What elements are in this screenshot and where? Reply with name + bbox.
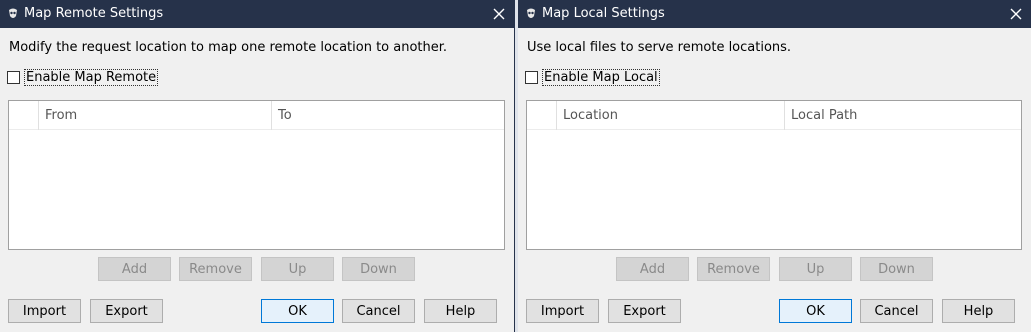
up-button[interactable]: Up — [261, 257, 334, 281]
mappings-table[interactable]: From To — [8, 100, 505, 250]
add-button[interactable]: Add — [98, 257, 171, 281]
map-remote-dialog: Map Remote Settings Modify the request l… — [0, 0, 514, 332]
remove-button[interactable]: Remove — [179, 257, 252, 281]
dialog-title: Map Local Settings — [542, 6, 665, 21]
down-button[interactable]: Down — [342, 257, 415, 281]
add-button[interactable]: Add — [616, 257, 689, 281]
import-button[interactable]: Import — [526, 299, 599, 323]
column-header-location[interactable]: Location — [556, 101, 784, 130]
enable-map-remote-label[interactable]: Enable Map Remote — [24, 68, 159, 86]
enable-map-local-label[interactable]: Enable Map Local — [542, 68, 660, 86]
up-button[interactable]: Up — [779, 257, 852, 281]
title-bar: Map Remote Settings — [0, 0, 514, 28]
close-button[interactable] — [1001, 0, 1031, 28]
dialog-title: Map Remote Settings — [24, 6, 164, 21]
import-button[interactable]: Import — [8, 299, 81, 323]
table-header: Location Local Path — [527, 101, 1021, 130]
close-button[interactable] — [484, 0, 514, 28]
cancel-button[interactable]: Cancel — [860, 299, 933, 323]
title-bar: Map Local Settings — [518, 0, 1031, 28]
ok-button[interactable]: OK — [261, 299, 334, 323]
description-text: Modify the request location to map one r… — [9, 40, 448, 55]
close-icon — [493, 8, 505, 20]
description-text: Use local files to serve remote location… — [527, 40, 792, 55]
mappings-table[interactable]: Location Local Path — [526, 100, 1022, 250]
map-local-dialog: Map Local Settings Use local files to se… — [518, 0, 1031, 332]
column-header-select[interactable] — [527, 101, 556, 130]
cancel-button[interactable]: Cancel — [342, 299, 415, 323]
down-button[interactable]: Down — [860, 257, 933, 281]
export-button[interactable]: Export — [90, 299, 163, 323]
charles-app-icon — [6, 7, 20, 21]
enable-map-local-checkbox[interactable] — [525, 70, 538, 84]
enable-map-remote-checkbox-row[interactable]: Enable Map Remote — [7, 68, 159, 86]
charles-app-icon — [524, 7, 538, 21]
export-button[interactable]: Export — [608, 299, 681, 323]
enable-map-local-checkbox-row[interactable]: Enable Map Local — [525, 68, 660, 86]
help-button[interactable]: Help — [942, 299, 1015, 323]
ok-button[interactable]: OK — [779, 299, 852, 323]
column-header-to[interactable]: To — [271, 101, 504, 130]
close-icon — [1010, 8, 1022, 20]
table-header: From To — [9, 101, 504, 130]
column-header-from[interactable]: From — [38, 101, 271, 130]
remove-button[interactable]: Remove — [697, 257, 770, 281]
column-header-select[interactable] — [9, 101, 38, 130]
help-button[interactable]: Help — [424, 299, 497, 323]
enable-map-remote-checkbox[interactable] — [7, 70, 20, 84]
column-header-local-path[interactable]: Local Path — [784, 101, 1021, 130]
